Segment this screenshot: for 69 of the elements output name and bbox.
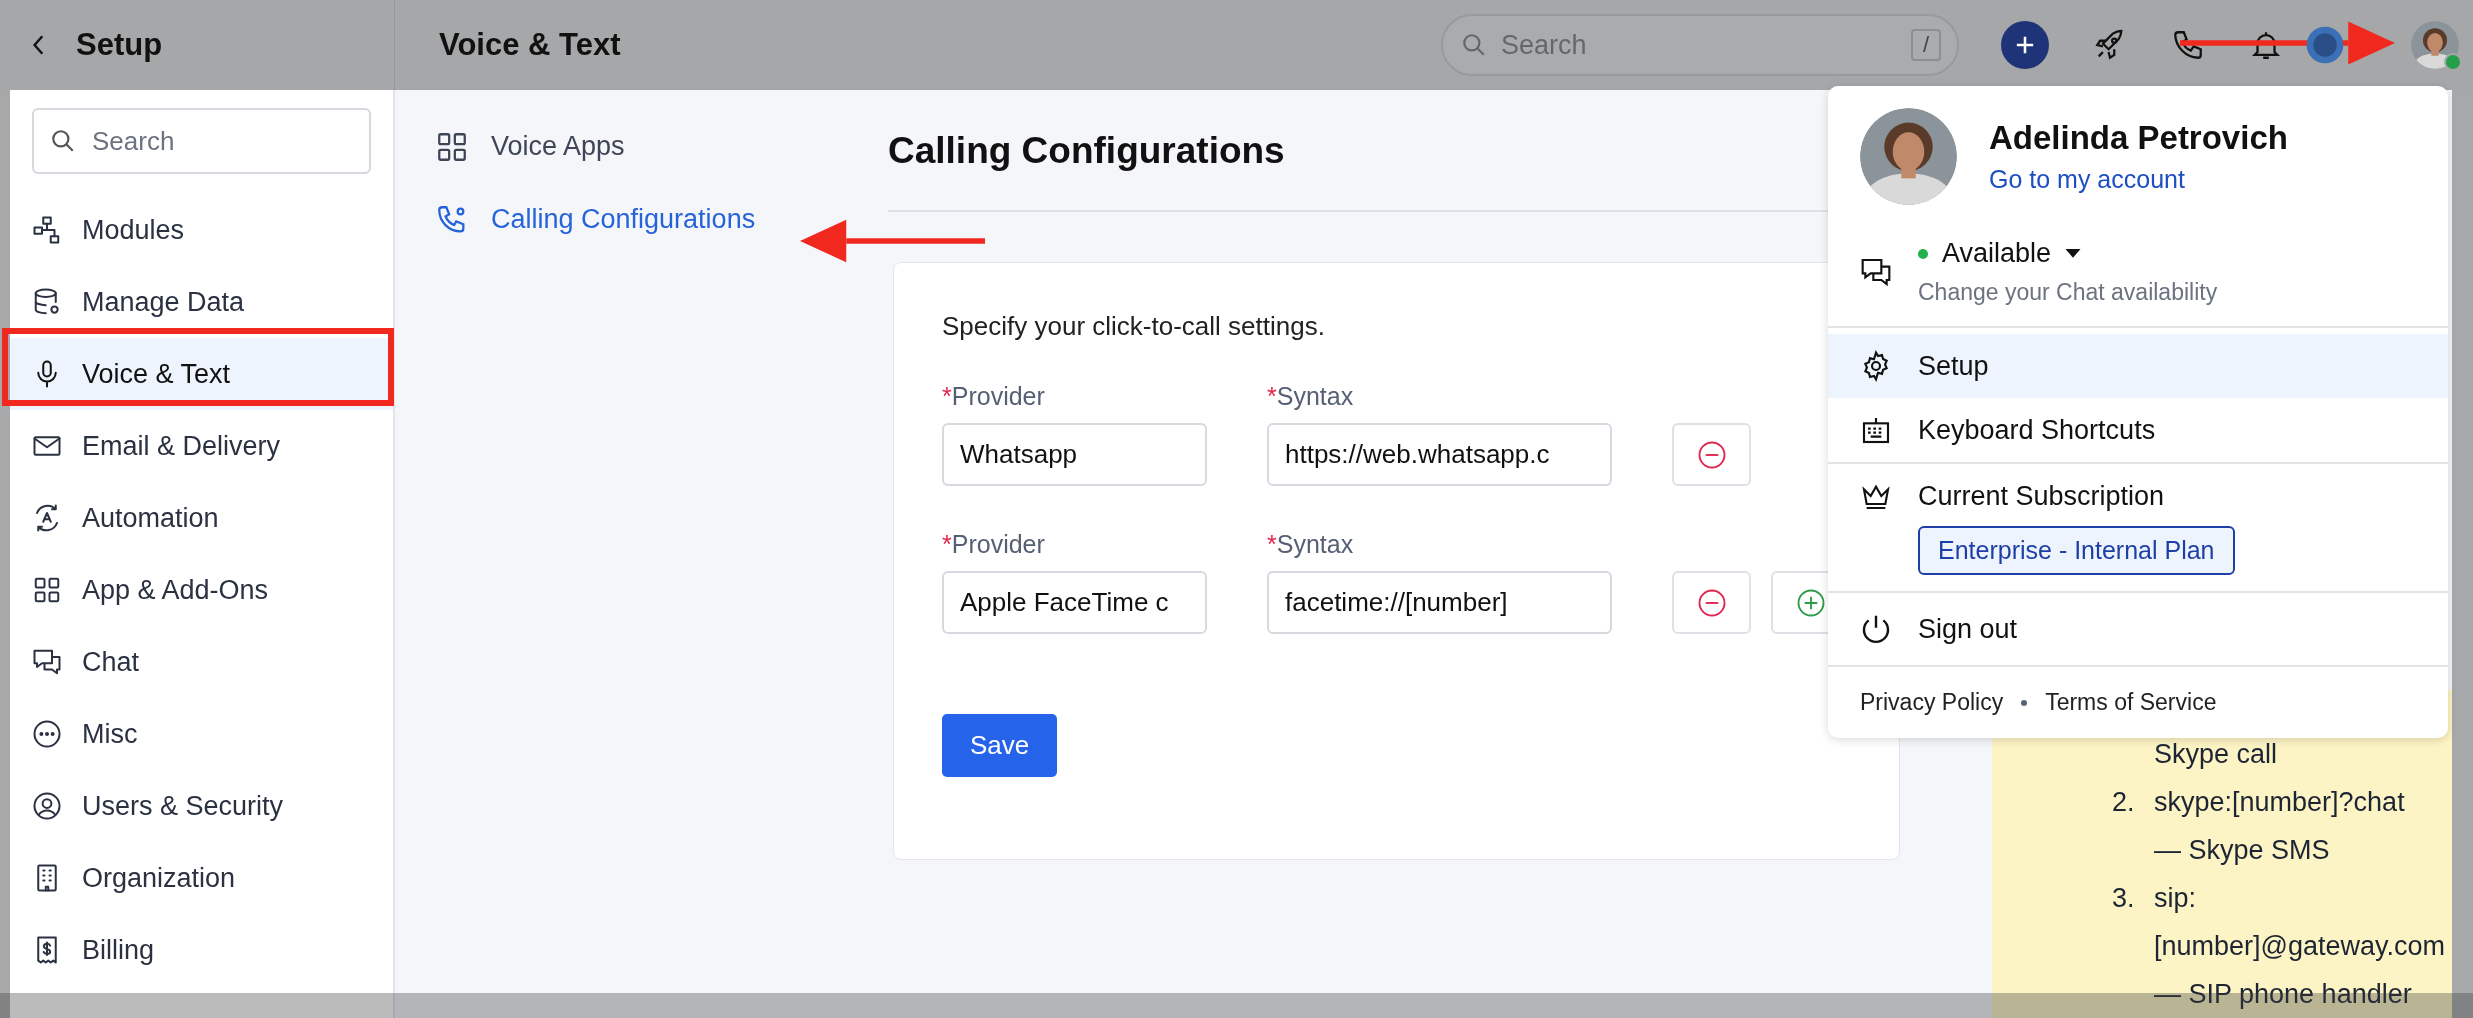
field-label: *Syntax [1267, 530, 1355, 559]
sidebar-item[interactable]: Manage Data [10, 266, 393, 338]
remove-button[interactable] [1672, 423, 1751, 486]
minus-circle-icon [1696, 439, 1727, 470]
page-title: Voice & Text [439, 27, 622, 63]
back-icon[interactable] [32, 34, 46, 56]
power-icon [1860, 613, 1892, 645]
section-title: Setup [76, 27, 163, 63]
note-text: — Skype SMS [2154, 834, 2331, 867]
search-icon [50, 128, 76, 154]
field-label: *Syntax [1267, 382, 1355, 411]
profile-button[interactable] [2411, 21, 2459, 69]
list-number: 2. [2112, 786, 2136, 819]
minus-circle-icon [1696, 587, 1727, 618]
note-text: skype:[number]?chat [2154, 786, 2405, 819]
text-field[interactable]: Apple FaceTime c [942, 571, 1207, 634]
user-name: Adelinda Petrovich [1989, 118, 2288, 157]
text-field[interactable]: Whatsapp [942, 423, 1207, 486]
text-field[interactable]: facetime://[number] [1267, 571, 1612, 634]
field-label: *Provider [942, 382, 1046, 411]
phone-icon[interactable] [2171, 28, 2205, 62]
database-icon [32, 287, 62, 317]
subscription-label: Current Subscription [1918, 480, 2165, 512]
sidebar-item[interactable]: Chat [10, 626, 393, 698]
sidebar-item[interactable]: App & Add-Ons [10, 554, 393, 626]
sidebar-item[interactable]: Billing [10, 914, 393, 986]
plan-badge[interactable]: Enterprise - Internal Plan [1918, 526, 2235, 575]
separator-dot [2021, 699, 2028, 706]
status-caption: Change your Chat availability [1918, 279, 2218, 306]
sign-out-item[interactable]: Sign out [1828, 593, 2448, 667]
caret-icon [2065, 248, 2082, 259]
chat-icon [1860, 256, 1892, 288]
remove-button[interactable] [1672, 571, 1751, 634]
field-label: *Provider [942, 530, 1046, 559]
list-number: 3. [2112, 882, 2136, 915]
hierarchy-icon [32, 215, 62, 245]
status-dropdown[interactable]: Available [1918, 238, 2218, 269]
intro-text: Specify your click-to-call settings. [942, 311, 1326, 342]
sidebar-item[interactable]: Automation [10, 482, 393, 554]
sidebar-item[interactable]: Voice & Text [10, 338, 393, 410]
nav-item[interactable]: Calling Configurations [435, 183, 860, 256]
user-icon [32, 791, 62, 821]
add-button[interactable] [2001, 21, 2049, 69]
note-text: — SIP phone handler [2154, 978, 2413, 1011]
text-field[interactable]: https://web.whatsapp.c [1267, 423, 1612, 486]
more-icon [32, 719, 62, 749]
sidebar-item[interactable]: Misc [10, 698, 393, 770]
footer-link[interactable]: Terms of Service [2045, 689, 2217, 716]
note-text: Skype call [2154, 738, 2278, 771]
account-link[interactable]: Go to my account [1989, 164, 2185, 194]
note-text: sip: [2154, 882, 2198, 915]
footer-link[interactable]: Privacy Policy [1860, 689, 2004, 716]
nav-item[interactable]: Voice Apps [435, 110, 860, 183]
shortcut-key: / [1911, 29, 1941, 61]
search-icon [1461, 32, 1487, 58]
menu-item[interactable]: Setup [1828, 334, 2448, 398]
note-text: [number]@gateway.com [2154, 930, 2446, 963]
sidebar-item[interactable]: Users & Security [10, 770, 393, 842]
plus-circle-icon [1795, 587, 1826, 618]
globe-icon[interactable] [2305, 25, 2345, 65]
chat-icon [32, 647, 62, 677]
grid-icon [32, 575, 62, 605]
sidebar-item[interactable]: Modules [10, 194, 393, 266]
page-heading: Calling Configurations [888, 130, 1285, 173]
save-button[interactable]: Save [942, 714, 1058, 777]
avatar-icon [2411, 21, 2459, 69]
sidebar-item[interactable]: Organization [10, 842, 393, 914]
menu-item[interactable]: Keyboard Shortcuts [1828, 398, 2448, 462]
sidebar-item[interactable]: Email & Delivery [10, 410, 393, 482]
